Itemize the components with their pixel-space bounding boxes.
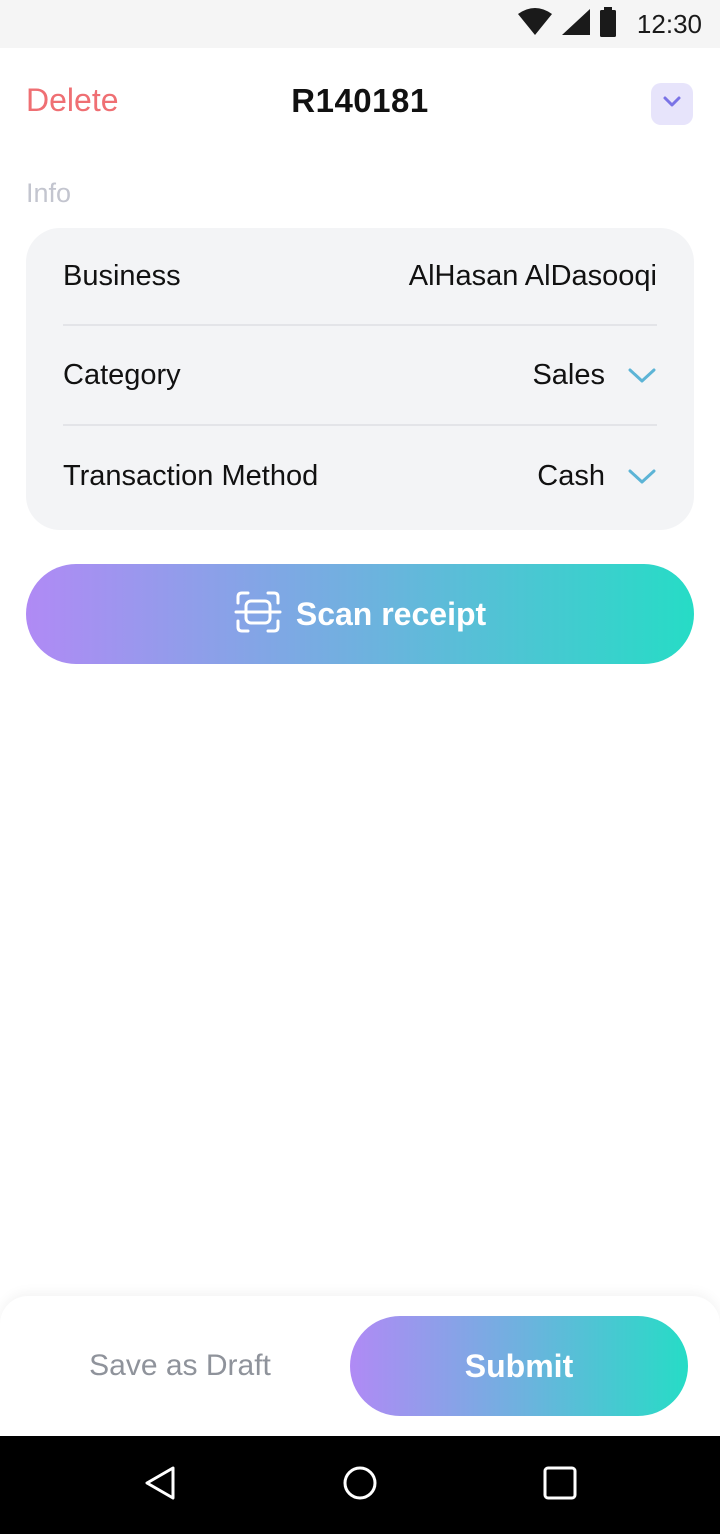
transaction-method-select[interactable]: Cash [537, 460, 657, 493]
business-row[interactable]: Business AlHasan AlDasooqi [63, 228, 657, 326]
transaction-method-label: Transaction Method [63, 459, 319, 492]
status-time: 12:30 [636, 8, 702, 39]
info-section-label: Info [26, 178, 72, 208]
category-row[interactable]: Category Sales [63, 326, 657, 426]
category-select[interactable]: Sales [532, 359, 657, 392]
category-label: Category [63, 358, 181, 391]
transaction-method-row[interactable]: Transaction Method Cash [63, 426, 657, 526]
category-value: Sales [532, 358, 605, 391]
submit-button[interactable]: Submit [350, 1316, 688, 1416]
wifi-icon [517, 7, 553, 41]
transaction-method-value: Cash [537, 459, 605, 492]
header: Delete R140181 [0, 48, 720, 158]
home-button[interactable] [330, 1455, 390, 1515]
save-as-draft-button[interactable]: Save as Draft [50, 1336, 310, 1396]
bottom-action-panel: Save as Draft Submit [0, 1296, 720, 1436]
status-bar: 12:30 [0, 0, 720, 48]
navigation-bar [0, 1436, 720, 1534]
chevron-down-icon [662, 95, 682, 114]
back-icon [143, 1465, 177, 1506]
chevron-down-icon [627, 366, 657, 384]
scan-icon [234, 590, 282, 639]
battery-icon [599, 6, 617, 42]
page-title: R140181 [291, 82, 429, 119]
info-card: Business AlHasan AlDasooqi Category Sale… [26, 228, 694, 530]
business-value: AlHasan AlDasooqi [408, 259, 657, 292]
scan-receipt-label: Scan receipt [295, 595, 487, 632]
recents-button[interactable] [530, 1455, 590, 1515]
back-button[interactable] [130, 1455, 190, 1515]
status-icons [517, 6, 617, 42]
chevron-down-icon [627, 467, 657, 485]
cellular-signal-icon [561, 8, 591, 41]
scan-receipt-button[interactable]: Scan receipt [26, 564, 694, 664]
business-label: Business [63, 259, 181, 292]
recents-icon [543, 1466, 577, 1505]
more-options-button[interactable] [651, 83, 693, 125]
home-icon [342, 1465, 378, 1506]
screen: 12:30 Delete R140181 Info Business AlHas… [0, 0, 720, 1534]
